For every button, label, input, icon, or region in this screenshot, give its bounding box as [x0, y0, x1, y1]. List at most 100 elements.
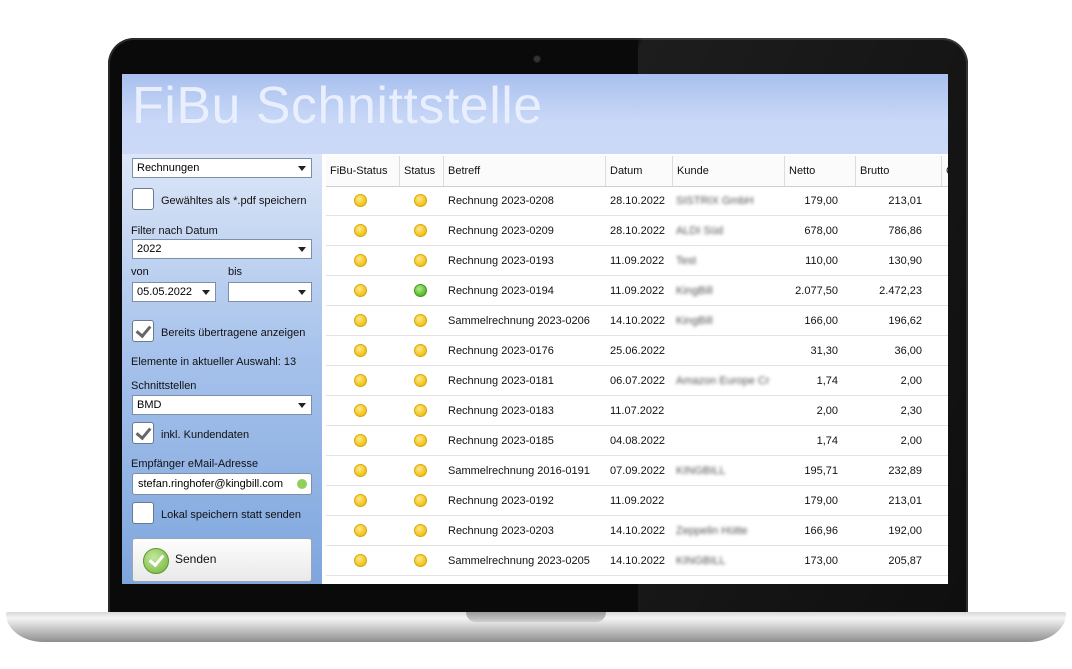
cell-brutto: 213,01	[888, 195, 922, 207]
cell-betreff: Rechnung 2023-0193	[448, 255, 554, 267]
table-row[interactable]: Rechnung 2023-0183 11.07.2022 2,00 2,30	[326, 396, 948, 426]
col-kunde[interactable]: Kunde	[673, 156, 785, 186]
email-label: Empfänger eMail-Adresse	[131, 458, 259, 470]
table-row[interactable]: Rechnung 2023-0181 06.07.2022 Amazon Europ…	[326, 366, 948, 396]
col-brutto[interactable]: Brutto	[856, 156, 942, 186]
cell-netto: 1,74	[816, 435, 838, 447]
cell-betreff: Rechnung 2023-0176	[448, 345, 554, 357]
incl-customers-checkbox[interactable]	[132, 422, 154, 444]
fibu-status-icon	[354, 284, 367, 297]
cell-kunde: SISTRIX GmbH	[676, 195, 754, 207]
fibu-status-icon	[354, 524, 367, 537]
cell-kunde: KINGBILL	[676, 555, 726, 567]
date-to-picker[interactable]	[228, 282, 312, 302]
checkmark-circle-icon	[143, 548, 169, 574]
local-save-label: Lokal speichern statt senden	[161, 509, 302, 521]
cell-datum: 14.10.2022	[610, 555, 666, 567]
cell-kunde: KingBill	[676, 315, 713, 327]
table-row[interactable]: Rechnung 2023-0176 25.06.2022 31,30 36,00	[326, 336, 948, 366]
cell-datum: 28.10.2022	[610, 195, 666, 207]
cell-netto: 31,30	[810, 345, 838, 357]
col-betreff[interactable]: Betreff	[444, 156, 606, 186]
cell-datum: 14.10.2022	[610, 315, 666, 327]
chevron-down-icon	[298, 403, 306, 408]
fibu-status-icon	[354, 254, 367, 267]
table-row[interactable]: Rechnung 2023-0208 28.10.2022 SISTRIX GmbH…	[326, 186, 948, 216]
cell-netto: 173,00	[804, 555, 838, 567]
cell-brutto: 2,00	[900, 375, 922, 387]
document-type-select[interactable]: Rechnungen	[132, 158, 312, 178]
valid-check-icon	[297, 479, 307, 489]
app-window: FiBu Schnittstelle Rechnungen Gewähltes …	[122, 74, 948, 584]
email-value: stefan.ringhofer@kingbill.com	[138, 478, 284, 490]
cell-datum: 11.07.2022	[610, 405, 665, 417]
cell-brutto: 205,87	[888, 555, 922, 567]
cell-datum: 11.09.2022	[610, 495, 665, 507]
table-row[interactable]: Rechnung 2023-0192 11.09.2022 179,00 213,01	[326, 486, 948, 516]
fibu-status-icon	[354, 314, 367, 327]
table-row[interactable]: Sammelrechnung 2023-0205 14.10.2022 KINGBI…	[326, 546, 948, 576]
cell-netto: 179,00	[804, 195, 838, 207]
cell-datum: 11.09.2022	[610, 285, 665, 297]
status-icon	[414, 464, 427, 477]
cell-netto: 110,00	[805, 255, 838, 267]
cell-netto: 1,74	[816, 375, 838, 387]
cell-netto: 179,00	[804, 495, 838, 507]
cell-netto: 166,96	[804, 525, 838, 537]
cell-betreff: Rechnung 2023-0208	[448, 195, 554, 207]
chevron-down-icon	[298, 290, 306, 295]
checkmark-icon	[135, 423, 152, 441]
chevron-down-icon	[298, 166, 306, 171]
fibu-status-icon	[354, 434, 367, 447]
email-input[interactable]: stefan.ringhofer@kingbill.com	[132, 473, 312, 495]
date-from-value: 05.05.2022	[137, 286, 193, 298]
cell-netto: 195,71	[804, 465, 838, 477]
table-row[interactable]: Rechnung 2023-0185 04.08.2022 1,74 2,00	[326, 426, 948, 456]
cell-kunde: KingBill	[676, 285, 713, 297]
table-row[interactable]: Sammelrechnung 2023-0206 14.10.2022 KingBi…	[326, 306, 948, 336]
selection-count: Elemente in aktueller Auswahl: 13	[131, 356, 297, 368]
cell-brutto: 36,00	[894, 345, 922, 357]
status-icon	[414, 434, 427, 447]
local-save-checkbox[interactable]	[132, 502, 154, 524]
table-row[interactable]: Rechnung 2023-0193 11.09.2022 Test 110,00 13…	[326, 246, 948, 276]
col-fibu-status[interactable]: FiBu-Status	[326, 156, 400, 186]
col-more[interactable]: G	[942, 156, 948, 186]
interface-select[interactable]: BMD	[132, 395, 312, 415]
status-icon	[414, 254, 427, 267]
date-from-picker[interactable]: 05.05.2022	[132, 282, 216, 302]
incl-customers-label: inkl. Kundendaten	[161, 429, 250, 441]
cell-brutto: 232,89	[888, 465, 922, 477]
col-status[interactable]: Status	[400, 156, 444, 186]
table-row[interactable]: Rechnung 2023-0194 11.09.2022 KingBill 2.07…	[326, 276, 948, 306]
cell-datum: 25.06.2022	[610, 345, 666, 357]
fibu-status-icon	[354, 374, 367, 387]
fibu-status-icon	[354, 224, 367, 237]
cell-datum: 14.10.2022	[610, 525, 666, 537]
cell-brutto: 192,00	[888, 525, 922, 537]
cell-datum: 28.10.2022	[610, 225, 666, 237]
show-transferred-checkbox[interactable]	[132, 320, 154, 342]
cell-datum: 07.09.2022	[610, 465, 666, 477]
fibu-status-icon	[354, 194, 367, 207]
send-button[interactable]: Senden	[132, 538, 312, 582]
save-pdf-checkbox[interactable]	[132, 188, 154, 210]
app-title: FiBu Schnittstelle	[132, 77, 543, 135]
cell-betreff: Rechnung 2023-0209	[448, 225, 554, 237]
col-datum[interactable]: Datum	[606, 156, 673, 186]
status-icon	[414, 224, 427, 237]
von-label: von	[131, 266, 149, 278]
table-row[interactable]: Rechnung 2023-0209 28.10.2022 ALDI Süd 678,…	[326, 216, 948, 246]
status-icon	[414, 494, 427, 507]
status-icon	[414, 524, 427, 537]
year-select[interactable]: 2022	[132, 239, 312, 259]
cell-betreff: Rechnung 2023-0185	[448, 435, 554, 447]
table-row[interactable]: Rechnung 2023-0203 14.10.2022 Zeppelin Hüt…	[326, 516, 948, 546]
status-icon	[414, 554, 427, 567]
table-row[interactable]: Sammelrechnung 2016-0191 07.09.2022 KINGBI…	[326, 456, 948, 486]
cell-betreff: Rechnung 2023-0203	[448, 525, 554, 537]
col-netto[interactable]: Netto	[785, 156, 856, 186]
cell-kunde: Zeppelin Hütte	[676, 525, 748, 537]
status-icon	[414, 314, 427, 327]
cell-netto: 2.077,50	[795, 285, 838, 297]
